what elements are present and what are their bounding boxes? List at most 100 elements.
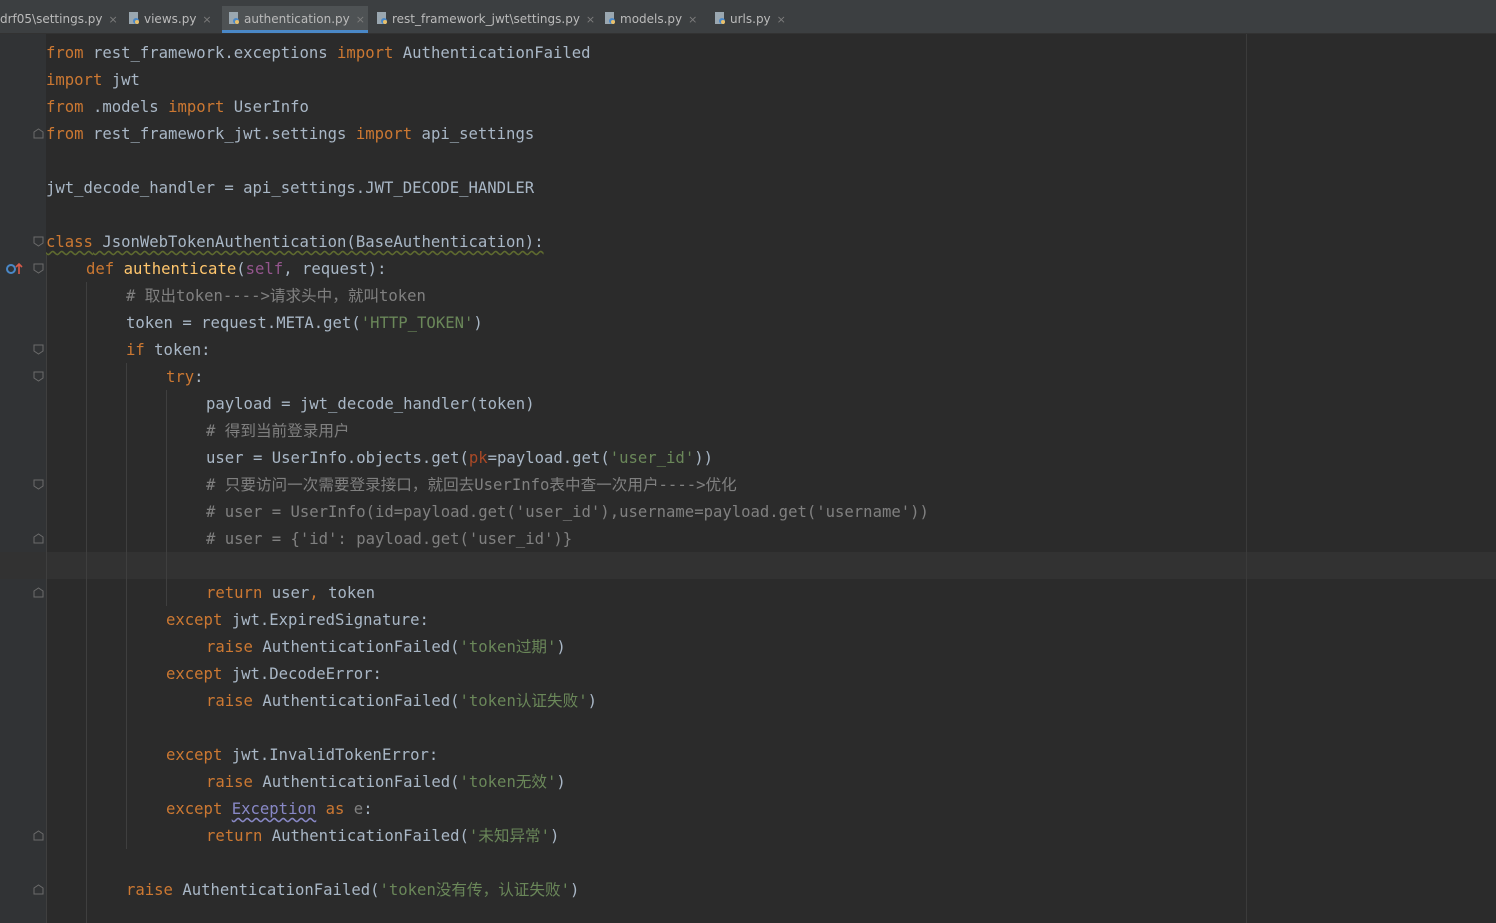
fold-start-icon[interactable] bbox=[33, 371, 44, 382]
code-line[interactable]: import jwt bbox=[46, 67, 140, 94]
code-line[interactable]: raise AuthenticationFailed('token认证失败') bbox=[46, 688, 597, 715]
code-line[interactable]: except jwt.ExpiredSignature: bbox=[46, 607, 429, 634]
code-line[interactable]: return AuthenticationFailed('未知异常') bbox=[46, 823, 559, 850]
code-line[interactable]: except jwt.InvalidTokenError: bbox=[46, 742, 438, 769]
fold-start-icon[interactable] bbox=[33, 263, 44, 274]
close-icon[interactable]: × bbox=[356, 7, 365, 33]
code-line[interactable]: from .models import UserInfo bbox=[46, 94, 309, 121]
code-token: pk bbox=[468, 449, 488, 467]
code-line[interactable]: raise AuthenticationFailed('token过期') bbox=[46, 634, 566, 661]
tab-views[interactable]: views.py × bbox=[128, 6, 218, 33]
code-line[interactable]: # user = {'id': payload.get('user_id')} bbox=[46, 526, 572, 553]
tab-label: views.py bbox=[144, 12, 197, 26]
fold-end-icon[interactable] bbox=[33, 533, 44, 544]
close-icon[interactable]: × bbox=[586, 7, 595, 33]
code-token: AuthenticationFailed bbox=[393, 44, 591, 62]
code-line[interactable]: token = request.META.get('HTTP_TOKEN') bbox=[46, 310, 483, 337]
tab-label: models.py bbox=[620, 12, 683, 26]
python-file-icon bbox=[605, 12, 615, 24]
code-token: # user = {'id': payload.get('user_id')} bbox=[206, 530, 573, 548]
code-line[interactable]: return user, token bbox=[46, 580, 375, 607]
code-line[interactable]: payload = jwt_decode_handler(token) bbox=[46, 391, 535, 418]
code-token: import bbox=[355, 125, 413, 143]
code-token: JsonWebTokenAuthentication(BaseAuthentic… bbox=[92, 233, 544, 251]
code-line[interactable]: # 取出token---->请求头中，就叫token bbox=[46, 283, 426, 310]
code-token: class bbox=[46, 233, 93, 251]
code-token: ( bbox=[236, 260, 246, 278]
code-token: import bbox=[337, 44, 394, 62]
close-icon[interactable]: × bbox=[108, 7, 117, 33]
tab-rest-framework-jwt-settings[interactable]: rest_framework_jwt\settings.py × bbox=[376, 6, 598, 33]
code-line[interactable]: # 只要访问一次需要登录接口，就回去UserInfo表中查一次用户---->优化 bbox=[46, 472, 737, 499]
code-token: # 取出token---->请求头中，就叫token bbox=[126, 287, 426, 305]
code-line[interactable]: if token: bbox=[46, 337, 211, 364]
fold-end-icon[interactable] bbox=[33, 830, 44, 841]
fold-start-icon[interactable] bbox=[33, 236, 44, 247]
code-token: 'token过期' bbox=[459, 638, 557, 656]
code-token: jwt.InvalidTokenError: bbox=[222, 746, 439, 764]
code-token: except bbox=[166, 665, 223, 683]
code-token: AuthenticationFailed( bbox=[252, 692, 460, 710]
tab-models[interactable]: models.py × bbox=[604, 6, 706, 33]
code-token: except bbox=[166, 746, 223, 764]
code-line[interactable]: except jwt.DecodeError: bbox=[46, 661, 382, 688]
code-token: from bbox=[46, 125, 84, 143]
fold-end-icon[interactable] bbox=[33, 128, 44, 139]
override-method-icon[interactable] bbox=[5, 262, 23, 276]
tab-authentication[interactable]: authentication.py × bbox=[222, 6, 368, 33]
python-file-icon bbox=[377, 12, 387, 24]
ide-window: drf05\settings.py × views.py × authenticat… bbox=[0, 0, 1496, 923]
code-token: AuthenticationFailed( bbox=[252, 638, 460, 656]
code-token: jwt.ExpiredSignature: bbox=[222, 611, 429, 629]
code-token: UserInfo bbox=[224, 98, 309, 116]
code-line[interactable]: user = UserInfo.objects.get(pk=payload.g… bbox=[46, 445, 713, 472]
code-token: , request): bbox=[283, 260, 387, 278]
tab-urls[interactable]: urls.py × bbox=[714, 6, 804, 33]
code-line[interactable]: # user = UserInfo(id=payload.get('user_i… bbox=[46, 499, 929, 526]
code-token: user bbox=[262, 584, 310, 602]
code-token: token = request.META.get( bbox=[126, 314, 361, 332]
code-token: authenticate bbox=[123, 260, 237, 278]
python-file-icon bbox=[715, 12, 725, 24]
code-token: token bbox=[318, 584, 376, 602]
code-token: payload = jwt_decode_handler(token) bbox=[206, 395, 535, 413]
fold-start-icon[interactable] bbox=[33, 344, 44, 355]
tab-drf05-settings[interactable]: drf05\settings.py × bbox=[0, 6, 122, 33]
close-icon[interactable]: × bbox=[202, 7, 211, 33]
code-line[interactable]: except Exception as e: bbox=[46, 796, 373, 823]
code-line[interactable]: # 得到当前登录用户 bbox=[46, 418, 350, 445]
code-token: # 只要访问一次需要登录接口，就回去UserInfo表中查一次用户---->优化 bbox=[206, 476, 737, 494]
code-line[interactable]: def authenticate(self, request): bbox=[46, 256, 386, 283]
code-token: e bbox=[353, 800, 364, 818]
code-line[interactable]: raise AuthenticationFailed('token没有传，认证失… bbox=[46, 877, 579, 904]
code-line[interactable]: jwt_decode_handler = api_settings.JWT_DE… bbox=[46, 175, 534, 202]
fold-end-icon[interactable] bbox=[33, 587, 44, 598]
code-token: raise bbox=[206, 638, 253, 656]
close-icon[interactable]: × bbox=[688, 7, 697, 33]
python-file-icon bbox=[229, 12, 239, 24]
code-token: rest_framework.exceptions bbox=[83, 44, 338, 62]
code-token: raise bbox=[206, 692, 253, 710]
code-token: ) bbox=[556, 773, 566, 791]
fold-start-icon[interactable] bbox=[33, 479, 44, 490]
code-line[interactable]: from rest_framework.exceptions import Au… bbox=[46, 40, 591, 67]
code-token: user = UserInfo.objects.get( bbox=[206, 449, 469, 467]
code-token: 'user_id' bbox=[609, 449, 695, 467]
code-token: except bbox=[166, 611, 223, 629]
code-token: self bbox=[245, 260, 284, 278]
code-line[interactable]: from rest_framework_jwt.settings import … bbox=[46, 121, 534, 148]
current-line-highlight bbox=[0, 552, 1496, 579]
fold-end-icon[interactable] bbox=[33, 884, 44, 895]
code-token: def bbox=[86, 260, 115, 278]
code-token: raise bbox=[206, 773, 253, 791]
code-token: from bbox=[46, 44, 84, 62]
code-token: raise bbox=[126, 881, 173, 899]
code-token: 'token无效' bbox=[459, 773, 557, 791]
code-token: ) bbox=[473, 314, 483, 332]
close-icon[interactable]: × bbox=[777, 7, 786, 33]
code-line[interactable]: raise AuthenticationFailed('token无效') bbox=[46, 769, 566, 796]
right-margin-guide bbox=[1246, 34, 1247, 923]
code-line[interactable]: try: bbox=[46, 364, 204, 391]
python-file-icon bbox=[129, 12, 139, 24]
code-line[interactable]: class JsonWebTokenAuthentication(BaseAut… bbox=[46, 229, 544, 256]
